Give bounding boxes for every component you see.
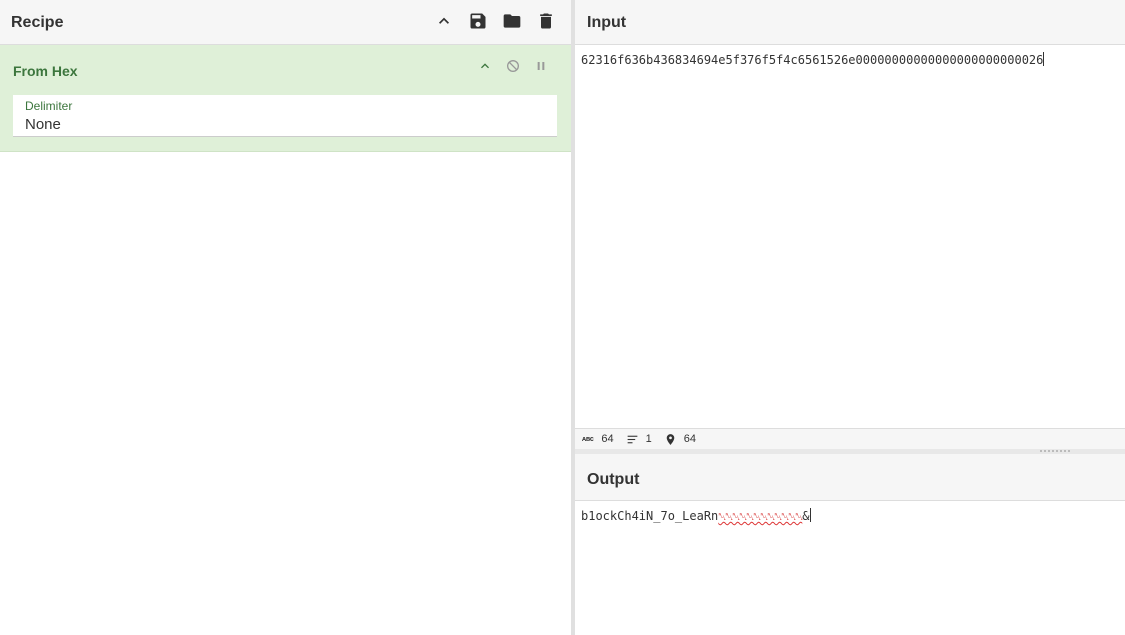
delimiter-value[interactable]: None bbox=[25, 116, 61, 133]
pause-icon[interactable] bbox=[533, 58, 549, 74]
lines-stat: 1 bbox=[626, 433, 652, 446]
input-title: Input bbox=[587, 14, 627, 31]
lines-value: 1 bbox=[645, 433, 652, 445]
input-value: 62316f636b436834694e5f376f5f4c6561526e00… bbox=[581, 53, 1044, 67]
length-stat: ᴀʙᴄ 64 bbox=[582, 433, 614, 445]
input-status-bar: ᴀʙᴄ 64 1 64 bbox=[575, 428, 1125, 449]
output-pane: Output b1ockCh4iN_7o_LeaRn␀␀␀␀␀␀␀␀␀␀␀␀& bbox=[575, 454, 1125, 635]
input-pane: Input 62316f636b436834694e5f376f5f4c6561… bbox=[575, 0, 1125, 428]
operation-name: From Hex bbox=[13, 63, 78, 79]
lines-icon bbox=[627, 435, 638, 443]
save-icon[interactable] bbox=[467, 10, 489, 32]
output-title: Output bbox=[587, 471, 640, 488]
text-caret bbox=[1043, 52, 1045, 66]
length-value: 64 bbox=[601, 433, 614, 445]
delimiter-field[interactable]: Delimiter None bbox=[13, 95, 557, 137]
disable-icon[interactable] bbox=[505, 58, 521, 74]
output-tail: & bbox=[802, 509, 810, 523]
abc-icon: ᴀʙᴄ bbox=[582, 435, 594, 443]
delimiter-label: Delimiter bbox=[25, 99, 73, 113]
position-value: 64 bbox=[683, 433, 697, 445]
chevron-up-icon[interactable] bbox=[433, 10, 455, 32]
chevron-up-icon[interactable] bbox=[477, 58, 493, 74]
resize-grip[interactable] bbox=[1040, 450, 1070, 452]
output-text: b1ockCh4iN_7o_LeaRn bbox=[581, 509, 719, 523]
output-textarea[interactable]: b1ockCh4iN_7o_LeaRn␀␀␀␀␀␀␀␀␀␀␀␀& bbox=[581, 508, 811, 523]
input-textarea[interactable]: 62316f636b436834694e5f376f5f4c6561526e00… bbox=[581, 52, 1045, 67]
location-pin-icon bbox=[666, 433, 675, 445]
output-header: Output bbox=[575, 454, 1125, 501]
folder-icon[interactable] bbox=[501, 10, 523, 32]
control-characters: ␀␀␀␀␀␀␀␀␀␀␀␀ bbox=[718, 512, 803, 523]
operation-from-hex[interactable]: From Hex Delimiter None bbox=[0, 45, 571, 152]
recipe-header: Recipe bbox=[0, 0, 571, 45]
recipe-title: Recipe bbox=[11, 14, 64, 31]
trash-icon[interactable] bbox=[535, 10, 557, 32]
recipe-pane: Recipe From Hex Delimiter None bbox=[0, 0, 571, 635]
position-stat: 64 bbox=[664, 433, 696, 446]
text-caret bbox=[809, 508, 811, 522]
input-header: Input bbox=[575, 0, 1125, 45]
